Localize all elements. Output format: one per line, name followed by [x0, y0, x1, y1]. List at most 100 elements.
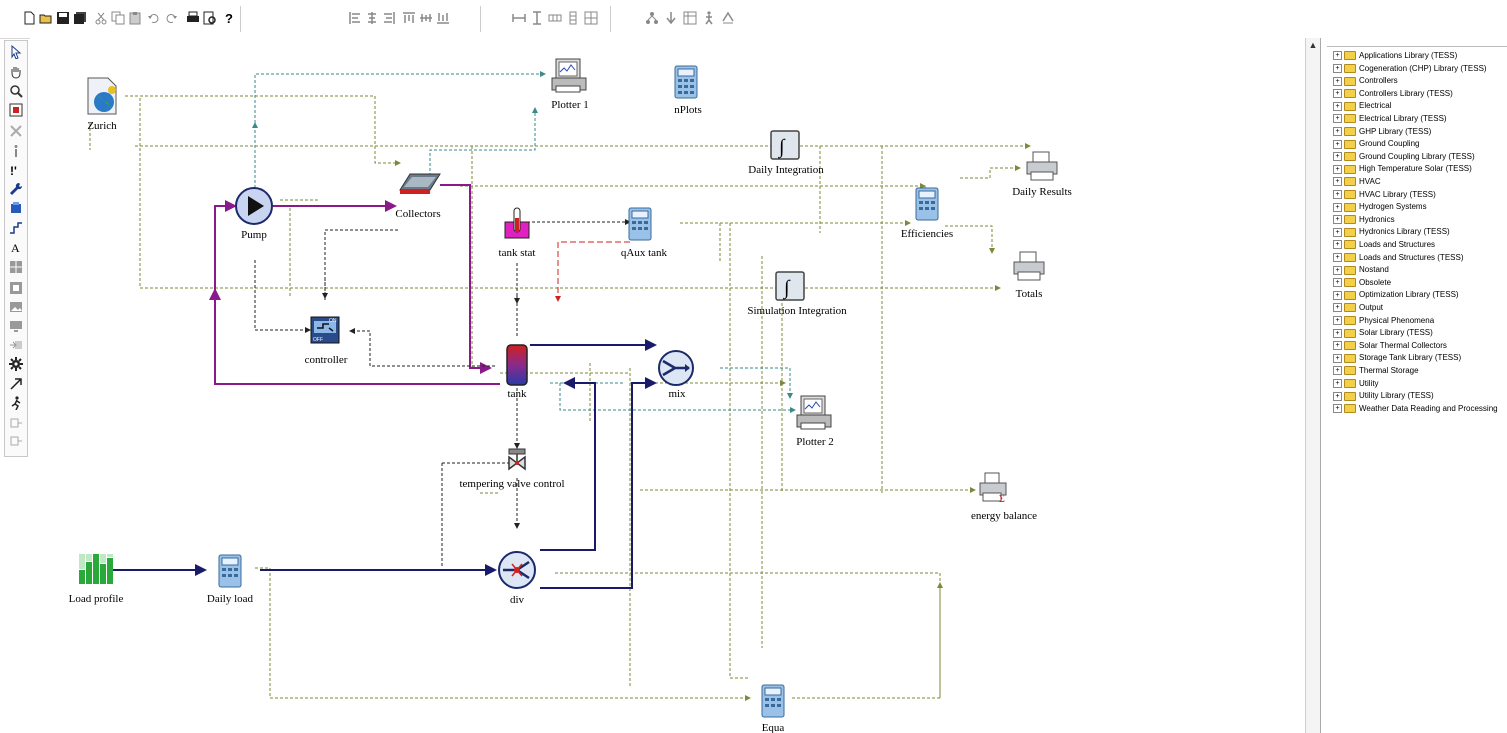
expand-plus-icon[interactable]: + — [1333, 63, 1342, 73]
expand-plus-icon[interactable]: + — [1333, 341, 1342, 351]
align-center-icon[interactable] — [365, 11, 379, 25]
library-tree-item[interactable]: + Ground Coupling — [1333, 138, 1419, 150]
info-icon[interactable] — [9, 144, 23, 158]
expand-plus-icon[interactable]: + — [1333, 265, 1342, 275]
expand-plus-icon[interactable]: + — [1333, 51, 1342, 61]
canvas-vertical-scrollbar[interactable]: ▲ — [1305, 38, 1320, 733]
library-tree-item[interactable]: + Storage Tank Library (TESS) — [1333, 352, 1461, 364]
expand-plus-icon[interactable]: + — [1333, 139, 1342, 149]
weather-zurich-icon[interactable] — [82, 76, 122, 116]
save-icon[interactable] — [56, 11, 70, 25]
same-height-icon[interactable] — [530, 11, 544, 25]
align-bottom-icon[interactable] — [436, 11, 450, 25]
wrench-icon[interactable] — [9, 182, 23, 196]
equa-calculator-icon[interactable] — [760, 683, 786, 719]
controller-on-off-icon[interactable]: ON OFF — [310, 316, 340, 344]
print-icon[interactable] — [186, 11, 200, 25]
arrow-tool-icon[interactable] — [9, 377, 23, 391]
daily-integration-icon[interactable]: ∫ — [770, 130, 800, 160]
plotter-1-icon[interactable] — [550, 56, 590, 96]
library-tree-item[interactable]: + Utility — [1333, 378, 1379, 390]
variable-icon[interactable]: !' — [9, 163, 23, 177]
expand-plus-icon[interactable]: + — [1333, 252, 1342, 262]
align-top-icon[interactable] — [402, 11, 416, 25]
export-icon[interactable] — [9, 338, 23, 352]
expand-plus-icon[interactable]: + — [1333, 353, 1342, 363]
storage-tank-icon[interactable] — [505, 343, 529, 387]
library-tree-item[interactable]: + Ground Coupling Library (TESS) — [1333, 151, 1475, 163]
library-tree-item[interactable]: + Physical Phenomena — [1333, 315, 1434, 327]
library-tree-item[interactable]: + Utility Library (TESS) — [1333, 390, 1434, 402]
library-tree-item[interactable]: + Solar Thermal Collectors — [1333, 340, 1447, 352]
efficiencies-calculator-icon[interactable] — [914, 186, 940, 222]
simulation-canvas[interactable]: Zurich Plotter 1 nPlots ∫ Daily Integrat… — [30, 38, 1305, 733]
tempering-valve-icon[interactable] — [507, 448, 527, 472]
delete-x-icon[interactable] — [9, 124, 23, 138]
run-simulation-icon[interactable] — [721, 11, 735, 25]
run-person-icon[interactable] — [702, 11, 716, 25]
expand-plus-icon[interactable]: + — [1333, 290, 1342, 300]
library-tree-item[interactable]: + Optimization Library (TESS) — [1333, 289, 1459, 301]
expand-plus-icon[interactable]: + — [1333, 227, 1342, 237]
select-pointer-icon[interactable] — [9, 45, 23, 59]
expand-plus-icon[interactable]: + — [1333, 378, 1342, 388]
simulation-integration-icon[interactable]: ∫ — [775, 271, 805, 301]
expand-plus-icon[interactable]: + — [1333, 76, 1342, 86]
library-tree-item[interactable]: + HVAC — [1333, 176, 1381, 188]
help-icon[interactable]: ? — [222, 11, 236, 25]
library-tree-item[interactable]: + Controllers Library (TESS) — [1333, 88, 1453, 100]
zoom-fit-icon[interactable] — [9, 103, 23, 117]
copy-icon[interactable] — [111, 11, 125, 25]
group-icon[interactable] — [9, 281, 23, 295]
daily-results-printer-icon[interactable] — [1025, 150, 1059, 182]
library-tree-item[interactable]: + Electrical Library (TESS) — [1333, 113, 1447, 125]
space-horizontal-icon[interactable] — [548, 11, 562, 25]
expand-plus-icon[interactable]: + — [1333, 114, 1342, 124]
settings-gear-icon[interactable] — [9, 357, 23, 371]
paste-icon[interactable] — [128, 11, 142, 25]
new-file-icon[interactable] — [22, 11, 36, 25]
energy-balance-printer-icon[interactable]: Σ — [978, 471, 1008, 503]
scroll-up-icon[interactable]: ▲ — [1307, 39, 1319, 51]
monitor-icon[interactable] — [9, 319, 23, 333]
library-tree-item[interactable]: + Loads and Structures — [1333, 239, 1435, 251]
undo-icon[interactable] — [147, 11, 161, 25]
expand-plus-icon[interactable]: + — [1333, 240, 1342, 250]
library-tree-item[interactable]: + Solar Library (TESS) — [1333, 327, 1433, 339]
link-tool-icon[interactable] — [9, 221, 23, 235]
expand-plus-icon[interactable]: + — [1333, 404, 1342, 414]
library-tree-item[interactable]: + Electrical — [1333, 100, 1391, 112]
tank-stat-thermostat-icon[interactable] — [504, 206, 530, 240]
print-preview-icon[interactable] — [203, 11, 217, 25]
totals-printer-icon[interactable] — [1012, 250, 1046, 282]
macro-icon[interactable] — [9, 201, 23, 215]
output-link-icon[interactable] — [9, 416, 23, 430]
library-tree-item[interactable]: + Weather Data Reading and Processing — [1333, 403, 1498, 415]
space-vertical-icon[interactable] — [566, 11, 580, 25]
expand-plus-icon[interactable]: + — [1333, 89, 1342, 99]
diverter-valve-icon[interactable] — [497, 550, 537, 590]
zoom-icon[interactable] — [9, 84, 23, 98]
save-all-icon[interactable] — [73, 11, 87, 25]
expand-plus-icon[interactable]: + — [1333, 315, 1342, 325]
library-tree-item[interactable]: + Hydronics Library (TESS) — [1333, 226, 1450, 238]
expand-plus-icon[interactable]: + — [1333, 328, 1342, 338]
pump-icon[interactable] — [234, 186, 274, 226]
library-tree-item[interactable]: + Nostand — [1333, 264, 1389, 276]
expand-plus-icon[interactable]: + — [1333, 101, 1342, 111]
align-middle-icon[interactable] — [419, 11, 433, 25]
same-width-icon[interactable] — [512, 11, 526, 25]
library-tree-item[interactable]: + Loads and Structures (TESS) — [1333, 252, 1464, 264]
daily-load-calculator-icon[interactable] — [217, 553, 243, 589]
expand-plus-icon[interactable]: + — [1333, 215, 1342, 225]
expand-plus-icon[interactable]: + — [1333, 278, 1342, 288]
redo-icon[interactable] — [164, 11, 178, 25]
image-icon[interactable] — [9, 300, 23, 314]
expand-plus-icon[interactable]: + — [1333, 177, 1342, 187]
grid-icon[interactable] — [584, 11, 598, 25]
expand-plus-icon[interactable]: + — [1333, 164, 1342, 174]
expand-plus-icon[interactable]: + — [1333, 303, 1342, 313]
library-tree-item[interactable]: + Hydrogen Systems — [1333, 201, 1427, 213]
align-right-icon[interactable] — [382, 11, 396, 25]
library-tree-item[interactable]: + Hydronics — [1333, 214, 1395, 226]
